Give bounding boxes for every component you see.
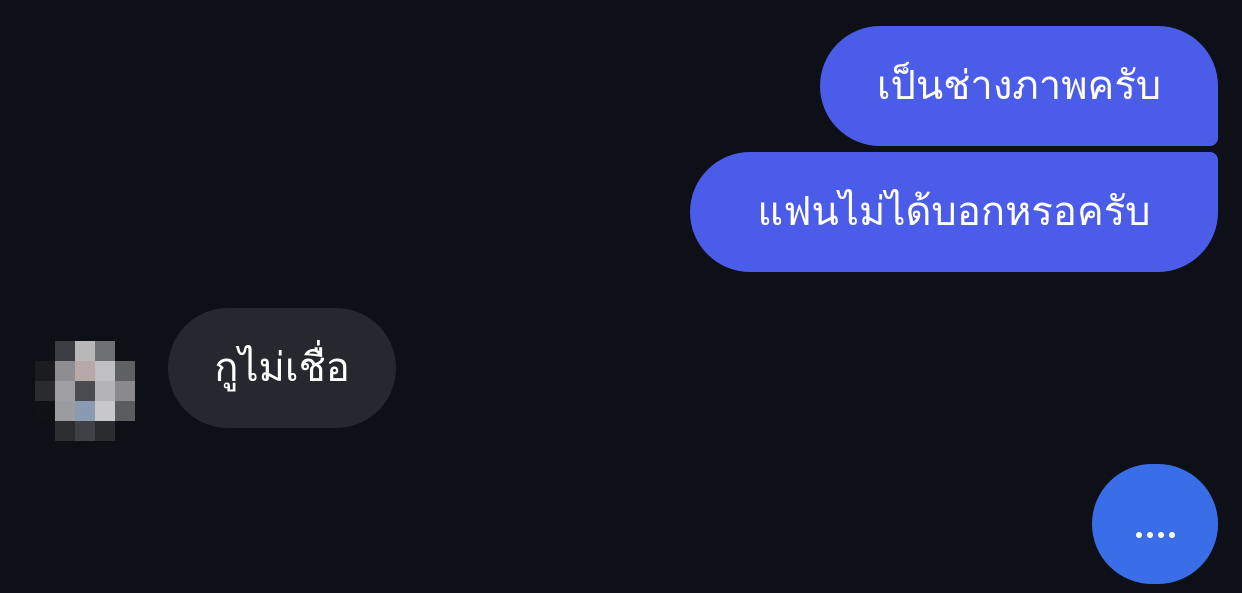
pixelated-avatar-icon[interactable]	[35, 341, 135, 441]
message-text: กูไม่เชื่อ	[214, 345, 350, 391]
incoming-message-bubble[interactable]: กูไม่เชื่อ	[168, 308, 396, 428]
typing-dot-icon	[1157, 532, 1164, 538]
message-text: แฟนไม่ได้บอกหรอครับ	[757, 189, 1151, 235]
typing-dot-icon	[1168, 532, 1175, 538]
typing-indicator	[1092, 464, 1218, 584]
outgoing-message-bubble[interactable]: เป็นช่างภาพครับ	[820, 26, 1218, 146]
message-text: เป็นช่างภาพครับ	[876, 63, 1162, 109]
chat-thread: เป็นช่างภาพครับ แฟนไม่ได้บอกหรอครับ กูไม…	[0, 0, 1242, 593]
typing-dot-icon	[1146, 532, 1153, 538]
typing-dot-icon	[1135, 532, 1142, 538]
outgoing-message-bubble[interactable]: แฟนไม่ได้บอกหรอครับ	[690, 152, 1218, 272]
